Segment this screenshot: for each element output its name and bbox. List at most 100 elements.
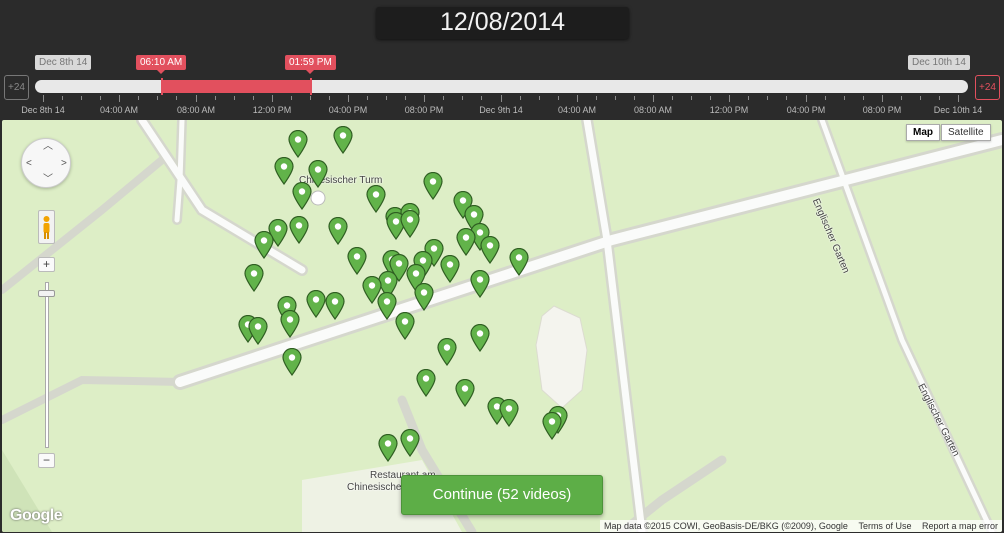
pegman-figure-icon <box>43 216 50 239</box>
video-marker-icon[interactable] <box>289 215 309 245</box>
timeline-minor-tick <box>329 96 330 100</box>
timeline-tick-label: Dec 10th 14 <box>933 105 983 115</box>
pegman-icon[interactable] <box>38 210 55 244</box>
timeline-tick-label: 04:00 PM <box>328 105 368 115</box>
video-marker-icon[interactable] <box>470 323 490 353</box>
timeline-minor-tick <box>291 96 292 100</box>
timeline-tick-label: 08:00 PM <box>404 105 444 115</box>
timeline-tick-label: 04:00 AM <box>99 105 139 115</box>
video-marker-icon[interactable] <box>248 316 268 346</box>
date-display: 12/08/2014 <box>376 7 629 39</box>
timeline-minor-tick <box>138 96 139 100</box>
pan-control[interactable]: ︿ ﹀ < > <box>21 138 71 188</box>
selection-end-handle[interactable] <box>310 78 312 95</box>
pan-right-icon[interactable]: > <box>61 159 67 169</box>
timeline-major-tick <box>806 95 807 102</box>
video-marker-icon[interactable] <box>347 246 367 276</box>
timeline-major-tick <box>424 95 425 102</box>
timeline-tick-label: 04:00 AM <box>557 105 597 115</box>
timeline-major-tick <box>882 95 883 102</box>
video-marker-icon[interactable] <box>306 289 326 319</box>
timeline-minor-tick <box>405 96 406 100</box>
timeline-major-tick <box>501 95 502 102</box>
selection-start-handle[interactable] <box>161 78 163 95</box>
google-logo[interactable]: Google <box>10 507 63 525</box>
terms-of-use-link[interactable]: Terms of Use <box>858 521 911 531</box>
timeline-minor-tick <box>462 96 463 100</box>
pan-down-icon[interactable]: ﹀ <box>43 175 53 185</box>
timeline-minor-tick <box>253 96 254 100</box>
zoom-slider-track[interactable] <box>45 282 49 448</box>
timeline-tick-label: Dec 8th 14 <box>21 105 65 115</box>
video-marker-icon[interactable] <box>395 311 415 341</box>
timeline-tick-label: 08:00 AM <box>176 105 216 115</box>
timeline-minor-tick <box>367 96 368 100</box>
timeline-minor-tick <box>81 96 82 100</box>
pan-up-icon[interactable]: ︿ <box>43 142 53 152</box>
video-marker-icon[interactable] <box>455 378 475 408</box>
video-marker-icon[interactable] <box>377 291 397 321</box>
timeline-tick-label: 08:00 PM <box>862 105 902 115</box>
video-marker-icon[interactable] <box>456 227 476 257</box>
video-marker-icon[interactable] <box>423 171 443 201</box>
video-marker-icon[interactable] <box>400 209 420 239</box>
video-marker-icon[interactable] <box>437 337 457 367</box>
video-marker-icon[interactable] <box>416 368 436 398</box>
timeline-minor-tick <box>920 96 921 100</box>
video-marker-icon[interactable] <box>288 129 308 159</box>
timeline-end-flag: Dec 10th 14 <box>908 55 970 70</box>
timeline-tick-label: 04:00 PM <box>786 105 826 115</box>
video-marker-icon[interactable] <box>400 428 420 458</box>
video-marker-icon[interactable] <box>254 230 274 260</box>
continue-button[interactable]: Continue (52 videos) <box>401 475 603 515</box>
video-marker-icon[interactable] <box>509 247 529 277</box>
video-marker-icon[interactable] <box>328 216 348 246</box>
report-map-error-link[interactable]: Report a map error <box>922 521 998 531</box>
video-marker-icon[interactable] <box>470 269 490 299</box>
timeline-major-tick <box>958 95 959 102</box>
selection-end-flag[interactable]: 01:59 PM <box>285 55 336 74</box>
video-marker-icon[interactable] <box>499 398 519 428</box>
video-marker-icon[interactable] <box>274 156 294 186</box>
map-attribution: Map data ©2015 COWI, GeoBasis-DE/BKG (©2… <box>600 520 1002 532</box>
timeline-minor-tick <box>748 96 749 100</box>
timeline-minor-tick <box>310 96 311 100</box>
timeline-major-tick <box>729 95 730 102</box>
timeline-track[interactable] <box>35 80 968 93</box>
timeline-minor-tick <box>710 96 711 100</box>
video-marker-icon[interactable] <box>292 181 312 211</box>
map-view[interactable]: Chinesischer Turm Restaurant am Chinesis… <box>2 120 1002 532</box>
map-type-map-button[interactable]: Map <box>906 124 940 141</box>
zoom-slider-knob[interactable] <box>38 290 55 297</box>
timeline-selection-range[interactable] <box>162 80 311 93</box>
timeline-minor-tick <box>863 96 864 100</box>
timeline-minor-tick <box>539 96 540 100</box>
timeline-minor-tick <box>901 96 902 100</box>
timeline-major-tick <box>272 95 273 102</box>
video-marker-icon[interactable] <box>542 411 562 441</box>
video-marker-icon[interactable] <box>366 184 386 214</box>
zoom-in-button[interactable]: + <box>38 257 55 272</box>
pan-left-icon[interactable]: < <box>26 159 32 169</box>
selection-start-flag[interactable]: 06:10 AM <box>136 55 187 74</box>
app-root: 12/08/2014 Dec 8th 14 Dec 10th 14 06:10 … <box>0 0 1004 533</box>
timeline-minor-tick <box>558 96 559 100</box>
timeline-minor-tick <box>386 96 387 100</box>
video-marker-icon[interactable] <box>244 263 264 293</box>
timeline-minor-tick <box>825 96 826 100</box>
timeline-major-tick <box>43 95 44 102</box>
map-type-satellite-button[interactable]: Satellite <box>941 124 991 141</box>
video-marker-icon[interactable] <box>414 282 434 312</box>
video-marker-icon[interactable] <box>440 254 460 284</box>
video-marker-icon[interactable] <box>378 433 398 463</box>
zoom-out-button[interactable]: − <box>38 453 55 468</box>
timeline-minor-tick <box>520 96 521 100</box>
video-marker-icon[interactable] <box>480 235 500 265</box>
video-marker-icon[interactable] <box>325 291 345 321</box>
timeline-minor-tick <box>634 96 635 100</box>
timeline-tick-label: 12:00 PM <box>709 105 749 115</box>
video-marker-icon[interactable] <box>282 347 302 377</box>
video-marker-icon[interactable] <box>333 125 353 155</box>
timeline-minor-tick <box>176 96 177 100</box>
video-marker-icon[interactable] <box>280 309 300 339</box>
